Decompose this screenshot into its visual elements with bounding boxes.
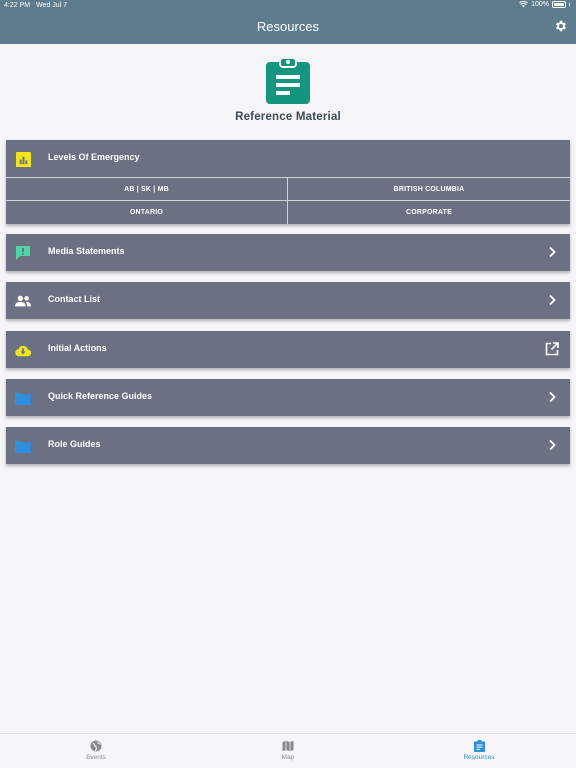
media-statements-label: Media Statements <box>48 246 125 256</box>
globe-icon <box>90 740 102 752</box>
wifi-icon <box>519 1 528 8</box>
page-title: Resources <box>256 19 320 34</box>
levels-of-emergency-header: Levels Of Emergency <box>6 140 570 177</box>
status-bar: 4:22 PM Wed Jul 7 100% <box>0 0 576 12</box>
levels-of-emergency-card: Levels Of Emergency AB | SK | MB BRITISH… <box>6 140 570 224</box>
initial-actions-label: Initial Actions <box>48 343 107 353</box>
role-guides-label: Role Guides <box>48 439 101 449</box>
battery-cap <box>569 3 570 6</box>
gear-icon[interactable] <box>554 19 568 33</box>
status-right: 100% <box>519 1 570 8</box>
navigation-bar: 4:22 PM Wed Jul 7 100% Resources <box>0 0 576 44</box>
chevron-right-icon <box>549 246 556 258</box>
region-grid: AB | SK | MB BRITISH COLUMBIA ONTARIO CO… <box>6 177 570 224</box>
initial-actions-row[interactable]: Initial Actions <box>6 331 570 368</box>
clipboard-icon <box>473 740 485 752</box>
clipboard-icon <box>266 57 310 104</box>
tab-events[interactable]: Events <box>66 740 126 761</box>
chevron-right-icon <box>549 294 556 306</box>
contact-list-label: Contact List <box>48 294 101 304</box>
status-date: Wed Jul 7 <box>36 2 67 9</box>
media-statements-row[interactable]: Media Statements <box>6 234 570 271</box>
region-ab-sk-mb-button[interactable]: AB | SK | MB <box>6 178 288 201</box>
tab-resources[interactable]: Resources <box>449 740 509 761</box>
region-corporate-button[interactable]: CORPORATE <box>288 201 570 224</box>
people-icon <box>15 293 31 309</box>
reference-material-title: Reference Material <box>235 111 341 123</box>
tab-map[interactable]: Map <box>258 740 318 761</box>
tab-events-label: Events <box>86 754 106 761</box>
contact-list-row[interactable]: Contact List <box>6 282 570 319</box>
message-alert-icon <box>15 245 31 261</box>
folder-icon <box>15 438 31 454</box>
battery-icon <box>552 1 566 8</box>
map-icon <box>282 740 294 752</box>
quick-reference-guides-row[interactable]: Quick Reference Guides <box>6 379 570 416</box>
chevron-right-icon <box>549 391 556 403</box>
bar-chart-icon <box>15 151 31 167</box>
external-link-icon <box>545 342 559 356</box>
region-ontario-button[interactable]: ONTARIO <box>6 201 288 224</box>
region-british-columbia-button[interactable]: BRITISH COLUMBIA <box>288 178 570 201</box>
tab-resources-label: Resources <box>463 754 495 761</box>
quick-reference-guides-label: Quick Reference Guides <box>48 391 153 401</box>
status-time: 4:22 PM <box>4 2 31 9</box>
levels-of-emergency-label: Levels Of Emergency <box>48 152 140 162</box>
chevron-right-icon <box>549 439 556 451</box>
tab-map-label: Map <box>281 754 295 761</box>
role-guides-row[interactable]: Role Guides <box>6 427 570 464</box>
battery-percent: 100% <box>531 1 549 8</box>
folder-icon <box>15 390 31 406</box>
tab-bar: Events Map Resources <box>0 733 576 768</box>
cloud-download-icon <box>15 342 31 358</box>
